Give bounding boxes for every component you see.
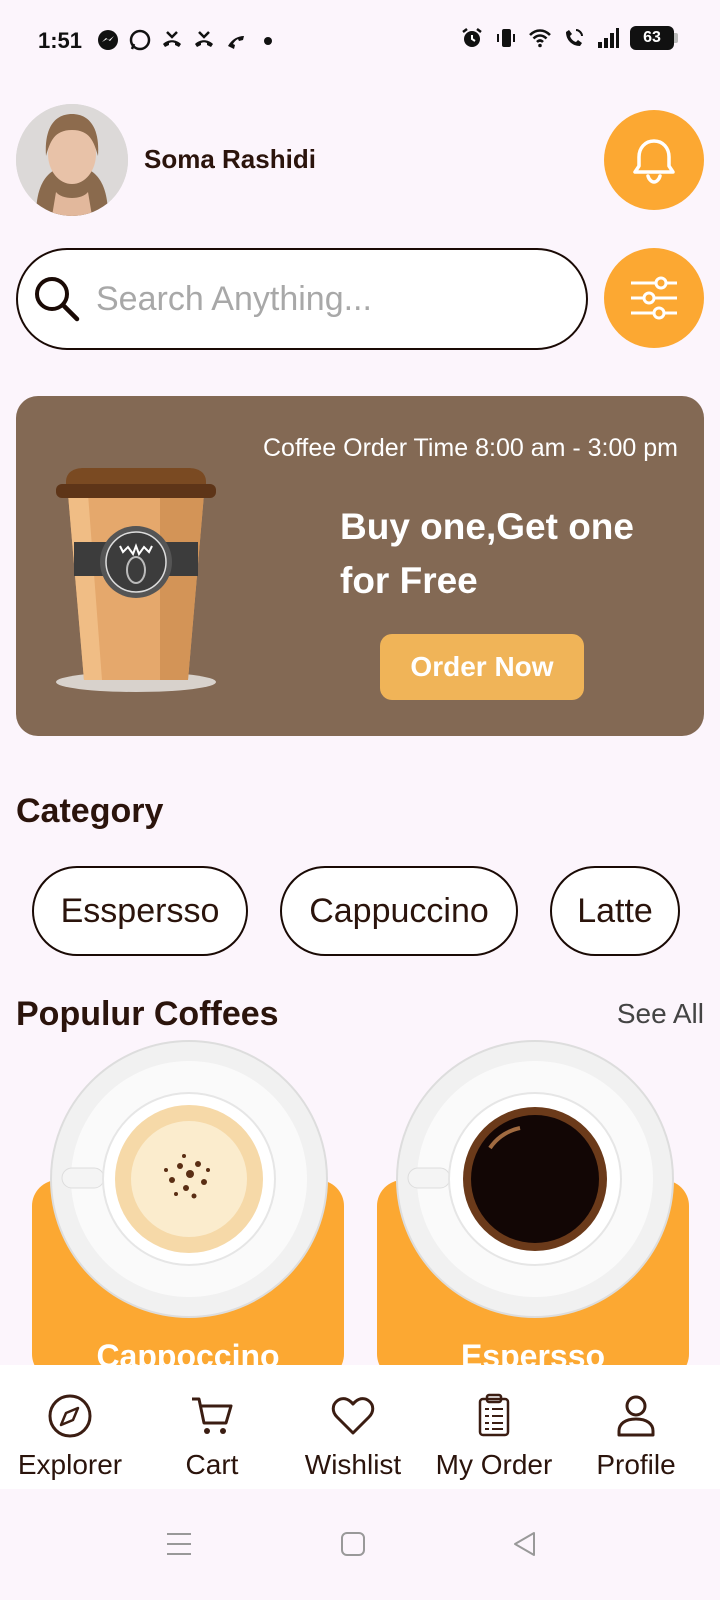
category-chip-espresso[interactable]: Esspersso xyxy=(32,866,248,956)
wifi-icon xyxy=(529,29,551,48)
wifi-call-icon xyxy=(566,29,583,46)
clipboard-icon xyxy=(478,1393,510,1437)
popular-coffees-title: Populur Coffees xyxy=(16,995,279,1033)
status-bar: 1:51 63 xyxy=(0,0,720,84)
signal-icon xyxy=(598,28,619,48)
nav-item-profile[interactable]: Profile xyxy=(566,1393,706,1481)
back-icon[interactable] xyxy=(510,1529,540,1559)
vibrate-icon xyxy=(497,29,515,47)
search-bar[interactable] xyxy=(16,248,588,350)
alarm-icon xyxy=(462,28,482,47)
nav-item-cart[interactable]: Cart xyxy=(142,1393,282,1481)
espresso-cup-image xyxy=(396,1040,674,1318)
avatar[interactable] xyxy=(16,104,128,216)
nav-item-wishlist[interactable]: Wishlist xyxy=(283,1393,423,1481)
status-system-icons: 63 xyxy=(460,26,678,50)
nav-label: Wishlist xyxy=(304,1449,402,1480)
nav-label: Profile xyxy=(596,1449,676,1480)
status-time: 1:51 xyxy=(38,28,83,53)
search-icon xyxy=(35,277,80,322)
nav-label: Cart xyxy=(185,1449,239,1480)
category-chip-latte[interactable]: Latte xyxy=(550,866,680,956)
avatar-image xyxy=(16,104,128,216)
dot-icon xyxy=(264,37,272,45)
heart-icon xyxy=(331,1397,375,1435)
cappuccino-cup-image xyxy=(50,1040,328,1318)
system-navigation-bar xyxy=(0,1489,720,1600)
cart-icon xyxy=(192,1397,233,1434)
user-icon xyxy=(617,1395,655,1437)
missed-call-icon xyxy=(195,31,213,47)
order-now-button[interactable]: Order Now xyxy=(380,634,584,700)
see-all-link[interactable]: See All xyxy=(617,998,704,1030)
banner-headline: Buy one,Get one for Free xyxy=(340,506,634,601)
messenger-icon xyxy=(98,30,118,50)
banner-time-text: Coffee Order Time 8:00 am - 3:00 pm xyxy=(262,434,678,462)
notification-button[interactable] xyxy=(604,110,704,210)
missed-call-icon xyxy=(228,36,244,49)
bottom-navigation: Explorer Cart Wishlist My Order Profile xyxy=(0,1365,720,1489)
nav-item-explorer[interactable]: Explorer xyxy=(0,1393,140,1481)
nav-label: My Order xyxy=(435,1449,553,1480)
nav-label: Explorer xyxy=(17,1449,123,1480)
missed-call-icon xyxy=(163,31,181,47)
home-icon[interactable] xyxy=(338,1529,368,1559)
coffee-cup-icon xyxy=(56,468,216,692)
whatsapp-icon xyxy=(129,29,151,51)
nav-item-my-order[interactable]: My Order xyxy=(424,1393,564,1481)
sliders-icon xyxy=(631,276,677,320)
search-input[interactable] xyxy=(96,279,556,319)
compass-icon xyxy=(48,1394,92,1438)
bell-icon xyxy=(633,139,675,184)
category-title: Category xyxy=(16,792,164,830)
filter-button[interactable] xyxy=(604,248,704,348)
battery-level: 63 xyxy=(643,29,661,46)
user-name: Soma Rashidi xyxy=(144,144,316,174)
promo-banner[interactable]: Coffee Order Time 8:00 am - 3:00 pm Buy … xyxy=(16,396,704,736)
status-notification-icons xyxy=(96,28,280,52)
menu-icon[interactable] xyxy=(164,1529,194,1559)
category-chip-cappuccino[interactable]: Cappuccino xyxy=(280,866,518,956)
battery-indicator: 63 xyxy=(630,26,678,50)
